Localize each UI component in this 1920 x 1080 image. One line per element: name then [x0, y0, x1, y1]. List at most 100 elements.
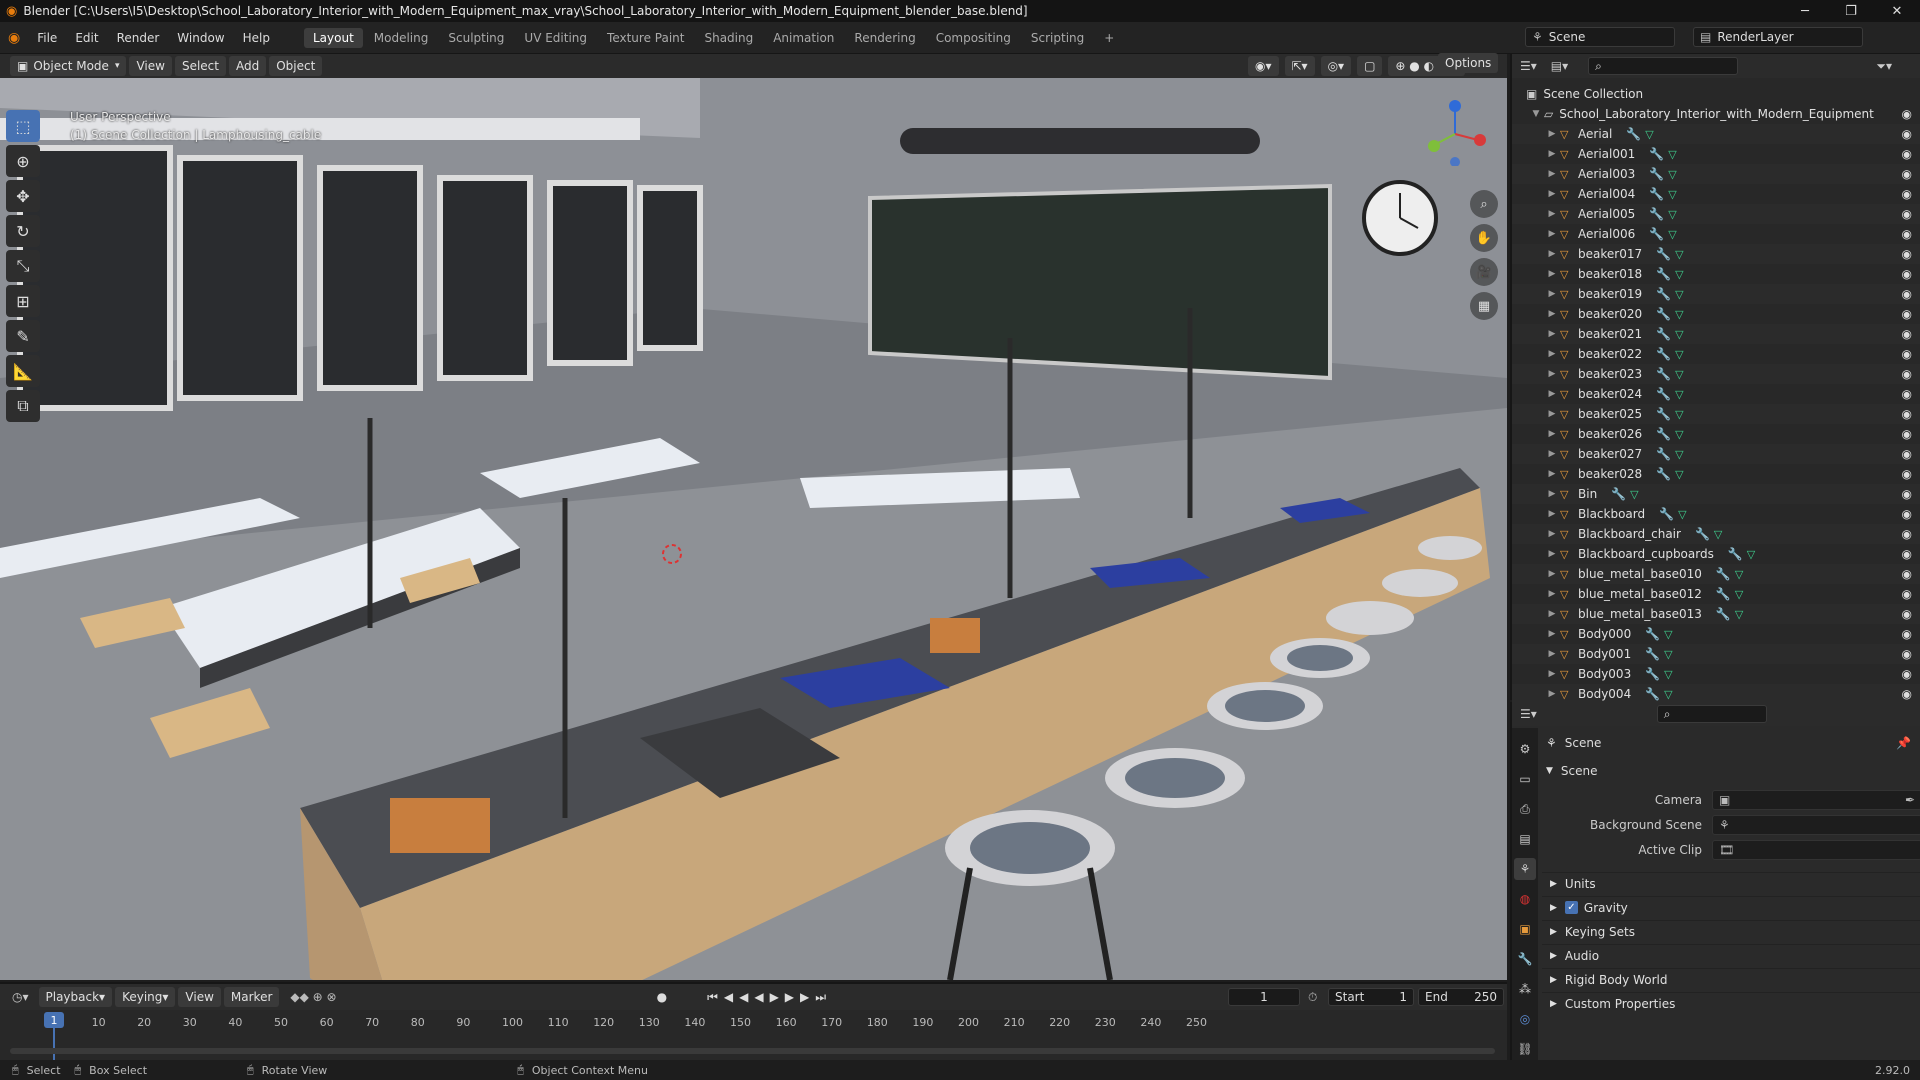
mesh-data-icon[interactable]: ▽ — [1675, 448, 1683, 461]
eye-icon[interactable]: ◉ — [1902, 647, 1912, 661]
outliner-item[interactable]: ▶ ▽ Body001 🔧 ▽ ◉ — [1512, 644, 1920, 664]
object-tab-icon[interactable]: ▣ — [1514, 918, 1536, 940]
outliner-item[interactable]: ▶ ▽ Aerial001 🔧 ▽ ◉ — [1512, 144, 1920, 164]
scene-panel-header[interactable]: ▼ Scene — [1546, 764, 1598, 778]
expand-triangle-icon[interactable]: ▶ — [1544, 369, 1560, 379]
transform-tool[interactable]: ⊞ — [6, 285, 40, 317]
select-box-tool[interactable]: ⬚ — [6, 110, 40, 142]
outliner-item[interactable]: ▶ ▽ Aerial 🔧 ▽ ◉ — [1512, 124, 1920, 144]
pin-icon[interactable]: 📌 — [1896, 736, 1911, 750]
constraints-tab-icon[interactable]: ⛓ — [1514, 1038, 1536, 1060]
eye-icon[interactable]: ◉ — [1902, 407, 1912, 421]
eye-icon[interactable]: ◉ — [1902, 607, 1912, 621]
expand-triangle-icon[interactable]: ▶ — [1544, 249, 1560, 259]
rotate-tool[interactable]: ↻ — [6, 215, 40, 247]
mesh-data-icon[interactable]: ▽ — [1630, 488, 1638, 501]
eye-icon[interactable]: ◉ — [1902, 267, 1912, 281]
modifier-icon[interactable]: 🔧 — [1716, 607, 1731, 621]
editor-type-button[interactable]: ▣ Object Mode ▾ — [10, 56, 127, 76]
active-clip-field[interactable]: 🎞 — [1712, 840, 1920, 860]
mesh-data-icon[interactable]: ▽ — [1668, 228, 1676, 241]
mesh-data-icon[interactable]: ▽ — [1675, 248, 1683, 261]
gizmo-toggle[interactable]: ⇱▾ — [1284, 56, 1315, 76]
eye-icon[interactable]: ◉ — [1902, 187, 1912, 201]
outliner-item[interactable]: ▶ ▽ beaker025 🔧 ▽ ◉ — [1512, 404, 1920, 424]
eye-icon[interactable]: ◉ — [1902, 387, 1912, 401]
editor-type-icon[interactable]: ☰▾ — [1520, 707, 1537, 721]
mesh-data-icon[interactable]: ▽ — [1664, 688, 1672, 701]
tab-compositing[interactable]: Compositing — [927, 28, 1020, 48]
expand-triangle-icon[interactable]: ▶ — [1544, 269, 1560, 279]
overlay-toggle[interactable]: ◎▾ — [1320, 56, 1352, 76]
menu-file[interactable]: File — [28, 22, 66, 54]
timeline-scrollbar[interactable] — [10, 1048, 1495, 1054]
outliner-item[interactable]: ▶ ▽ beaker017 🔧 ▽ ◉ — [1512, 244, 1920, 264]
mesh-data-icon[interactable]: ▽ — [1735, 588, 1743, 601]
outliner-item[interactable]: ▶ ▽ beaker021 🔧 ▽ ◉ — [1512, 324, 1920, 344]
object-menu[interactable]: Object — [269, 56, 323, 76]
gravity-checkbox[interactable]: ✓ — [1564, 901, 1578, 914]
outliner-item[interactable]: ▶ ▽ beaker026 🔧 ▽ ◉ — [1512, 424, 1920, 444]
expand-triangle-icon[interactable]: ▶ — [1544, 569, 1560, 579]
world-tab-icon[interactable]: ◍ — [1514, 888, 1536, 910]
outliner-item[interactable]: ▶ ▽ beaker028 🔧 ▽ ◉ — [1512, 464, 1920, 484]
tab-texture-paint[interactable]: Texture Paint — [598, 28, 693, 48]
modifier-icon[interactable]: 🔧 — [1656, 247, 1671, 261]
tab-rendering[interactable]: Rendering — [845, 28, 924, 48]
modifier-icon[interactable]: 🔧 — [1645, 627, 1660, 641]
eye-icon[interactable]: ◉ — [1902, 487, 1912, 501]
eye-icon[interactable]: ◉ — [1902, 547, 1912, 561]
outliner-item[interactable]: ▶ ▽ beaker019 🔧 ▽ ◉ — [1512, 284, 1920, 304]
tab-modeling[interactable]: Modeling — [365, 28, 438, 48]
modifier-icon[interactable]: 🔧 — [1649, 207, 1664, 221]
modifier-icon[interactable]: 🔧 — [1656, 447, 1671, 461]
eye-icon[interactable]: ◉ — [1902, 147, 1912, 161]
modifier-icon[interactable]: 🔧 — [1656, 367, 1671, 381]
tool-tab-icon[interactable]: ⚙ — [1514, 738, 1536, 760]
outliner-item[interactable]: ▶ ▽ blue_metal_base012 🔧 ▽ ◉ — [1512, 584, 1920, 604]
outliner-search[interactable]: ⌕ — [1588, 57, 1739, 75]
expand-triangle-icon[interactable]: ▶ — [1544, 189, 1560, 199]
expand-triangle-icon[interactable]: ▶ — [1544, 489, 1560, 499]
modifier-icon[interactable]: 🔧 — [1649, 167, 1664, 181]
outliner-item[interactable]: ▶ ▽ beaker022 🔧 ▽ ◉ — [1512, 344, 1920, 364]
expand-triangle-icon[interactable]: ▶ — [1544, 429, 1560, 439]
add-cube-tool[interactable]: ⧉ — [6, 390, 40, 422]
mesh-data-icon[interactable]: ▽ — [1747, 548, 1755, 561]
mesh-data-icon[interactable]: ▽ — [1675, 288, 1683, 301]
view-layer-selector[interactable]: ▤ RenderLayer — [1693, 27, 1863, 47]
scene-tab-icon[interactable]: ⚘ — [1514, 858, 1536, 880]
eye-icon[interactable]: ◉ — [1902, 467, 1912, 481]
eyedropper-icon[interactable]: ✒ — [1905, 793, 1915, 807]
expand-triangle-icon[interactable]: ▶ — [1544, 589, 1560, 599]
filter-icon[interactable]: ⏷▾ — [1876, 59, 1892, 74]
playhead[interactable]: 1 — [44, 1012, 64, 1028]
modifier-icon[interactable]: 🔧 — [1649, 187, 1664, 201]
mesh-data-icon[interactable]: ▽ — [1675, 268, 1683, 281]
expand-triangle-icon[interactable]: ▶ — [1544, 209, 1560, 219]
modifier-icon[interactable]: 🔧 — [1659, 507, 1674, 521]
outliner-item[interactable]: ▶ ▽ Blackboard_chair 🔧 ▽ ◉ — [1512, 524, 1920, 544]
outliner-item[interactable]: ▶ ▽ beaker023 🔧 ▽ ◉ — [1512, 364, 1920, 384]
expand-triangle-icon[interactable]: ▶ — [1544, 549, 1560, 559]
ortho-toggle-button[interactable]: ▦ — [1470, 292, 1498, 320]
eye-icon[interactable]: ◉ — [1902, 627, 1912, 641]
tab-sculpting[interactable]: Sculpting — [439, 28, 513, 48]
physics-tab-icon[interactable]: ◎ — [1514, 1008, 1536, 1030]
expand-triangle-icon[interactable]: ▶ — [1544, 289, 1560, 299]
annotate-tool[interactable]: ✎ — [6, 320, 40, 352]
maximize-button[interactable]: ❐ — [1828, 0, 1874, 22]
zoom-button[interactable]: ⌕ — [1470, 190, 1498, 218]
tab-shading[interactable]: Shading — [695, 28, 762, 48]
modifier-icon[interactable]: 🔧 — [1656, 427, 1671, 441]
camera-view-button[interactable]: 🎥 — [1470, 258, 1498, 286]
camera-field[interactable]: ▣ ✒ — [1712, 790, 1920, 810]
expand-triangle-icon[interactable]: ▶ — [1544, 349, 1560, 359]
eye-icon[interactable]: ◉ — [1902, 527, 1912, 541]
modifier-icon[interactable]: 🔧 — [1728, 547, 1743, 561]
tab-layout[interactable]: Layout — [303, 27, 363, 48]
add-menu[interactable]: Add — [228, 56, 267, 76]
outliner-item[interactable]: ▶ ▽ beaker020 🔧 ▽ ◉ — [1512, 304, 1920, 324]
gravity-panel[interactable]: ▶ ✓ Gravity — [1542, 896, 1920, 918]
tab-scripting[interactable]: Scripting — [1022, 28, 1093, 48]
